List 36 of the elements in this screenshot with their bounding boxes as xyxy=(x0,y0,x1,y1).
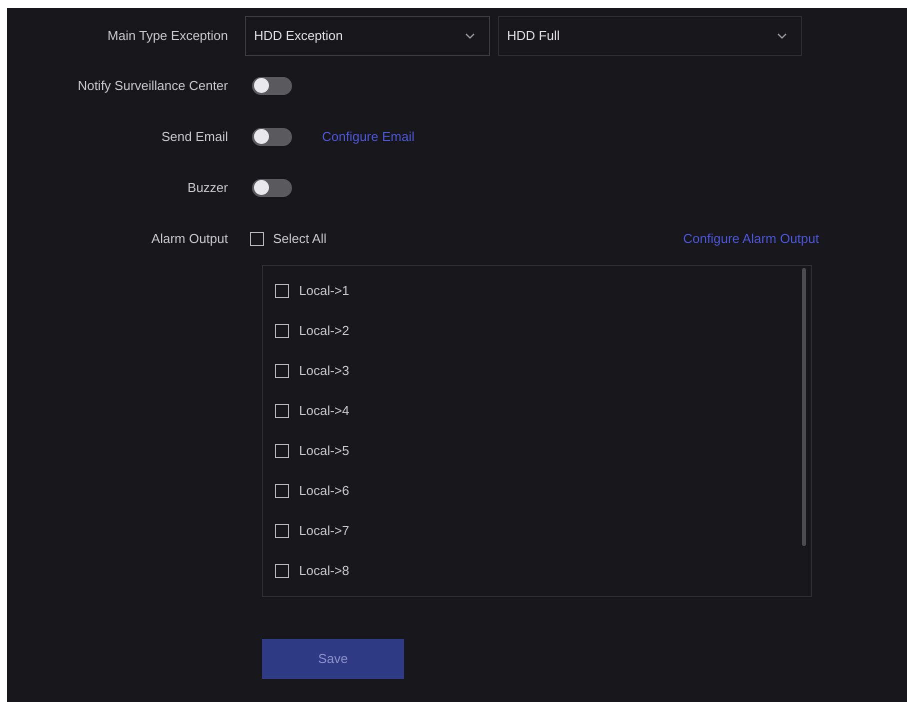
chevron-down-icon xyxy=(777,33,787,39)
field-label: Main Type Exception xyxy=(108,27,228,46)
checkbox-label: Local->3 xyxy=(299,362,350,380)
dropdown-value: HDD Full xyxy=(507,27,560,46)
checkbox-label: Local->4 xyxy=(299,402,350,420)
checkbox[interactable] xyxy=(275,404,289,418)
dropdown-value: HDD Exception xyxy=(254,27,343,46)
field-label: Send Email xyxy=(162,128,228,146)
checkbox-label: Select All xyxy=(273,230,326,248)
checkbox-label: Local->7 xyxy=(299,522,350,540)
subtype-dropdown[interactable]: HDD Full xyxy=(498,16,802,56)
configure-alarm-output-link[interactable]: Configure Alarm Output xyxy=(683,229,819,249)
checkbox[interactable] xyxy=(250,232,264,246)
field-label: Notify Surveillance Center xyxy=(78,76,228,95)
configure-email-link[interactable]: Configure Email xyxy=(322,126,414,146)
checkbox-label: Local->5 xyxy=(299,442,350,460)
checkbox[interactable] xyxy=(275,284,289,298)
checkbox-label: Local->8 xyxy=(299,562,350,580)
chevron-down-icon xyxy=(465,33,475,39)
toggle-switch[interactable] xyxy=(252,76,292,94)
checkbox[interactable] xyxy=(275,564,289,578)
toggle-switch[interactable] xyxy=(252,178,292,196)
checkbox-label: Local->6 xyxy=(299,482,350,500)
checkbox[interactable] xyxy=(275,444,289,458)
checkbox-label: Local->1 xyxy=(299,282,350,300)
type-dropdown[interactable]: HDD Exception xyxy=(245,16,490,56)
checkbox[interactable] xyxy=(275,364,289,378)
checkbox-label: Local->2 xyxy=(299,322,350,340)
scrollbar[interactable] xyxy=(802,268,806,546)
toggle-switch[interactable] xyxy=(252,128,292,146)
checkbox[interactable] xyxy=(275,484,289,498)
checkbox[interactable] xyxy=(275,324,289,338)
field-label: Buzzer xyxy=(188,178,228,197)
field-label: Alarm Output xyxy=(151,230,228,248)
save-button[interactable]: Save xyxy=(262,639,404,679)
checkbox[interactable] xyxy=(275,524,289,538)
